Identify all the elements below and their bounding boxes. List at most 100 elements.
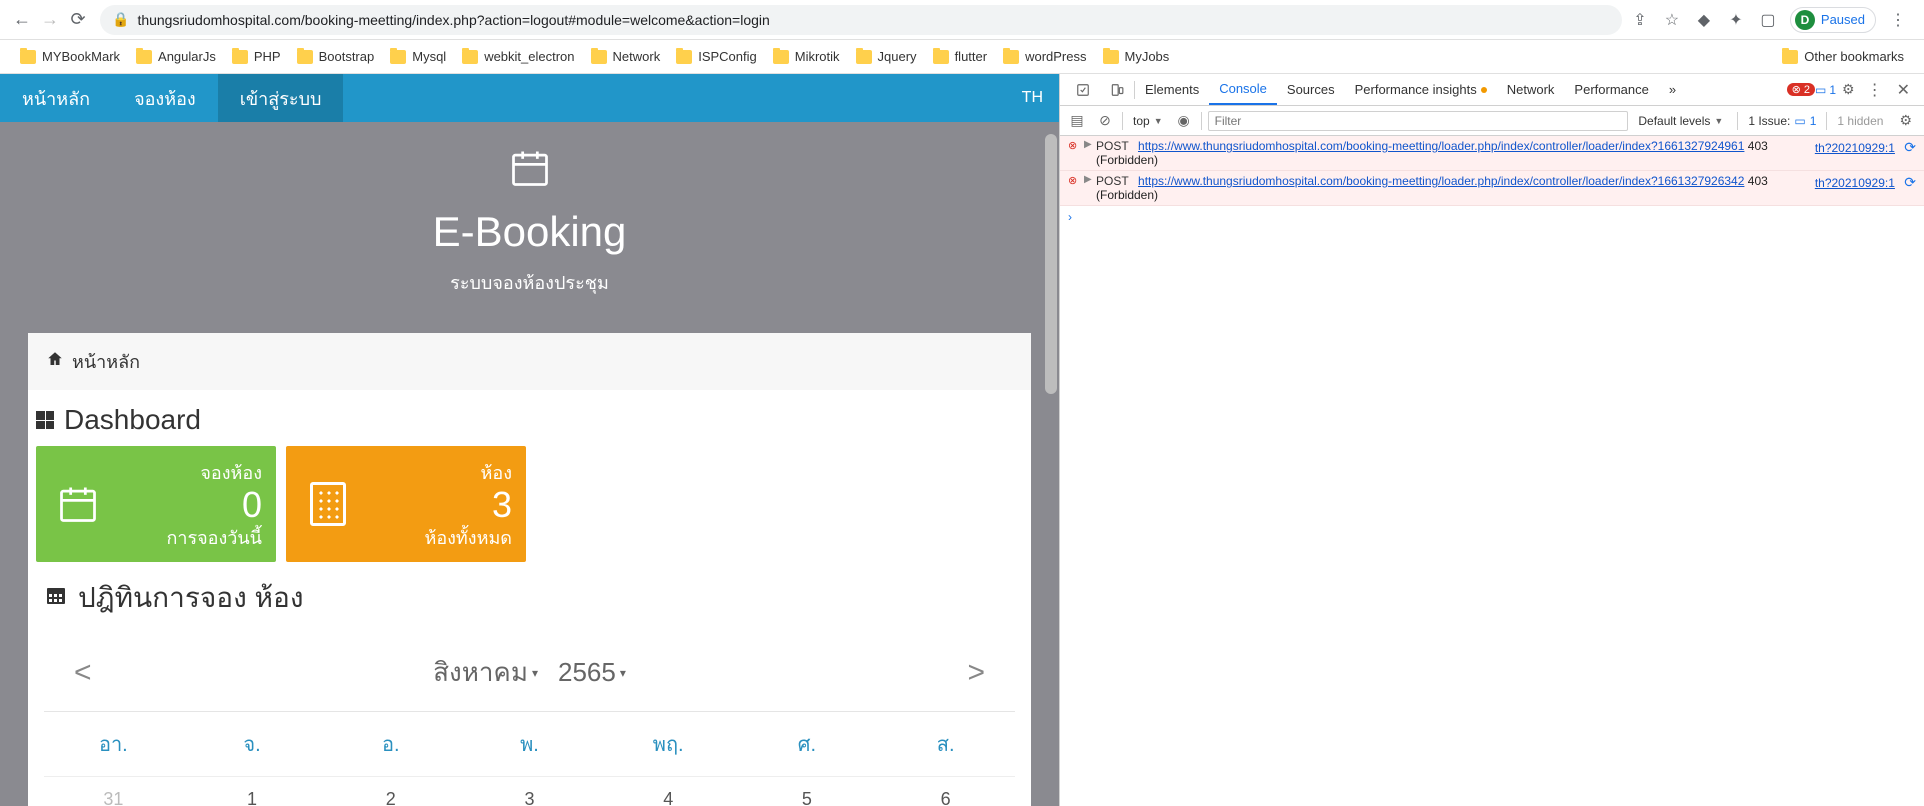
more-icon[interactable]: ⋮ bbox=[1861, 80, 1889, 100]
error-icon: ⊗ bbox=[1792, 83, 1801, 96]
folder-icon bbox=[856, 50, 872, 64]
tab-performance-insights[interactable]: Performance insights bbox=[1345, 74, 1497, 105]
bookmark-item[interactable]: Mikrotik bbox=[765, 45, 848, 68]
tabs-more[interactable]: » bbox=[1659, 74, 1686, 105]
inspect-icon[interactable] bbox=[1066, 74, 1100, 105]
scrollbar[interactable] bbox=[1045, 134, 1057, 394]
calendar-cell[interactable]: 3 bbox=[460, 776, 599, 806]
console-log-row[interactable]: ⊗ ▶ POST https://www.thungsriudomhospita… bbox=[1060, 171, 1924, 206]
menu-icon[interactable]: ⋮ bbox=[1888, 10, 1908, 30]
chevron-down-icon: ▼ bbox=[1154, 116, 1163, 126]
bookmark-item[interactable]: flutter bbox=[925, 45, 996, 68]
window-icon[interactable]: ▢ bbox=[1758, 10, 1778, 30]
bookmark-item[interactable]: Network bbox=[583, 45, 669, 68]
hero-title: E-Booking bbox=[0, 208, 1059, 256]
bookmark-item[interactable]: Mysql bbox=[382, 45, 454, 68]
device-toggle-icon[interactable] bbox=[1100, 74, 1134, 105]
site-nav: หน้าหลัก จองห้อง เข้าสู่ระบบ TH bbox=[0, 74, 1059, 122]
expand-icon[interactable]: ▶ bbox=[1084, 174, 1096, 202]
console-prompt[interactable]: › bbox=[1060, 206, 1924, 228]
calendar-month-select[interactable]: สิงหาคม▾ bbox=[433, 652, 538, 693]
forward-button[interactable]: → bbox=[36, 6, 64, 34]
hero-subtitle: ระบบจองห้องประชุม bbox=[0, 268, 1059, 297]
bookmark-item[interactable]: AngularJs bbox=[128, 45, 224, 68]
star-icon[interactable]: ☆ bbox=[1662, 10, 1682, 30]
tile-bookings-today[interactable]: จองห้อง 0 การจองวันนี้ bbox=[36, 446, 276, 562]
tab-console[interactable]: Console bbox=[1209, 74, 1277, 105]
dashboard-title: Dashboard bbox=[36, 400, 1023, 446]
puzzle-icon[interactable]: ✦ bbox=[1726, 10, 1746, 30]
bookmark-item[interactable]: MYBookMark bbox=[12, 45, 128, 68]
console-toolbar: ▤ ⊘ top▼ ◉ Default levels▼ 1 Issue: ▭1 1… bbox=[1060, 106, 1924, 136]
calendar-icon bbox=[44, 583, 68, 614]
hero-section: E-Booking ระบบจองห้องประชุม bbox=[0, 122, 1059, 333]
bookmark-item[interactable]: ISPConfig bbox=[668, 45, 765, 68]
language-toggle[interactable]: TH bbox=[1006, 89, 1059, 107]
console-sidebar-toggle[interactable]: ▤ bbox=[1066, 110, 1088, 132]
expand-icon[interactable]: ▶ bbox=[1084, 139, 1096, 167]
settings-icon[interactable]: ⚙ bbox=[1836, 81, 1861, 98]
bookmark-item[interactable]: webkit_electron bbox=[454, 45, 582, 68]
folder-icon bbox=[136, 50, 152, 64]
error-count-badge[interactable]: ⊗2 bbox=[1787, 83, 1815, 96]
back-button[interactable]: ← bbox=[8, 6, 36, 34]
bookmark-item[interactable]: PHP bbox=[224, 45, 289, 68]
message-count-badge[interactable]: ▭1 bbox=[1815, 83, 1836, 97]
building-icon bbox=[300, 458, 356, 550]
bookmark-item[interactable]: MyJobs bbox=[1095, 45, 1178, 68]
log-source[interactable]: th?20210929:1 bbox=[1815, 176, 1895, 190]
reload-icon[interactable]: ⟳ bbox=[1904, 174, 1916, 190]
calendar-cell[interactable]: 5 bbox=[738, 776, 877, 806]
calendar-cell[interactable]: 4 bbox=[599, 776, 738, 806]
log-url[interactable]: https://www.thungsriudomhospital.com/boo… bbox=[1138, 174, 1744, 188]
dashboard-icon bbox=[36, 411, 54, 429]
other-bookmarks[interactable]: Other bookmarks bbox=[1774, 45, 1912, 68]
log-url[interactable]: https://www.thungsriudomhospital.com/boo… bbox=[1138, 139, 1744, 153]
nav-home[interactable]: หน้าหลัก bbox=[0, 74, 112, 122]
log-levels-select[interactable]: Default levels▼ bbox=[1634, 114, 1727, 128]
reload-icon[interactable]: ⟳ bbox=[1904, 139, 1916, 155]
address-bar[interactable]: 🔒 thungsriudomhospital.com/booking-meett… bbox=[100, 5, 1622, 35]
eye-icon[interactable]: ◉ bbox=[1173, 110, 1195, 132]
tab-network[interactable]: Network bbox=[1497, 74, 1565, 105]
breadcrumb-text: หน้าหลัก bbox=[72, 347, 140, 376]
home-icon bbox=[46, 350, 64, 373]
clear-console-icon[interactable]: ⊘ bbox=[1094, 110, 1116, 132]
calendar-cell[interactable]: 6 bbox=[876, 776, 1015, 806]
message-icon: ▭ bbox=[1815, 83, 1826, 97]
tab-elements[interactable]: Elements bbox=[1135, 74, 1209, 105]
calendar-cell[interactable]: 2 bbox=[321, 776, 460, 806]
bookmark-item[interactable]: Jquery bbox=[848, 45, 925, 68]
calendar-next[interactable]: > bbox=[967, 656, 985, 690]
issues-badge[interactable]: 1 Issue: ▭1 bbox=[1748, 114, 1816, 128]
bookmark-item[interactable]: Bootstrap bbox=[289, 45, 383, 68]
profile-badge[interactable]: D Paused bbox=[1790, 7, 1876, 33]
nav-login[interactable]: เข้าสู่ระบบ bbox=[218, 74, 344, 122]
extension-icon[interactable]: ◆ bbox=[1694, 10, 1714, 30]
context-selector[interactable]: top▼ bbox=[1129, 114, 1167, 128]
calendar-cell[interactable]: 1 bbox=[183, 776, 322, 806]
log-status-msg: (Forbidden) bbox=[1096, 188, 1158, 202]
tile-rooms-total[interactable]: ห้อง 3 ห้องทั้งหมด bbox=[286, 446, 526, 562]
calendar-cell[interactable]: 31 bbox=[44, 776, 183, 806]
calendar-icon bbox=[50, 458, 106, 550]
error-icon: ⊗ bbox=[1068, 174, 1084, 202]
share-icon[interactable]: ⇪ bbox=[1630, 10, 1650, 30]
bookmark-item[interactable]: wordPress bbox=[995, 45, 1094, 68]
log-status-code: 403 bbox=[1748, 174, 1768, 188]
log-source[interactable]: th?20210929:1 bbox=[1815, 141, 1895, 155]
tile-value: 0 bbox=[106, 487, 262, 523]
url-text: thungsriudomhospital.com/booking-meettin… bbox=[137, 12, 769, 28]
calendar-year-select[interactable]: 2565▾ bbox=[558, 657, 626, 688]
tab-sources[interactable]: Sources bbox=[1277, 74, 1345, 105]
console-log-row[interactable]: ⊗ ▶ POST https://www.thungsriudomhospita… bbox=[1060, 136, 1924, 171]
tab-performance[interactable]: Performance bbox=[1564, 74, 1658, 105]
reload-button[interactable]: ⟳ bbox=[64, 6, 92, 34]
close-icon[interactable]: ✕ bbox=[1889, 80, 1918, 100]
console-settings-icon[interactable]: ⚙ bbox=[1893, 112, 1918, 129]
filter-input[interactable] bbox=[1208, 111, 1629, 131]
tile-sublabel: การจองวันนี้ bbox=[106, 523, 262, 552]
nav-booking[interactable]: จองห้อง bbox=[112, 74, 218, 122]
calendar-prev[interactable]: < bbox=[74, 656, 92, 690]
folder-icon bbox=[20, 50, 36, 64]
